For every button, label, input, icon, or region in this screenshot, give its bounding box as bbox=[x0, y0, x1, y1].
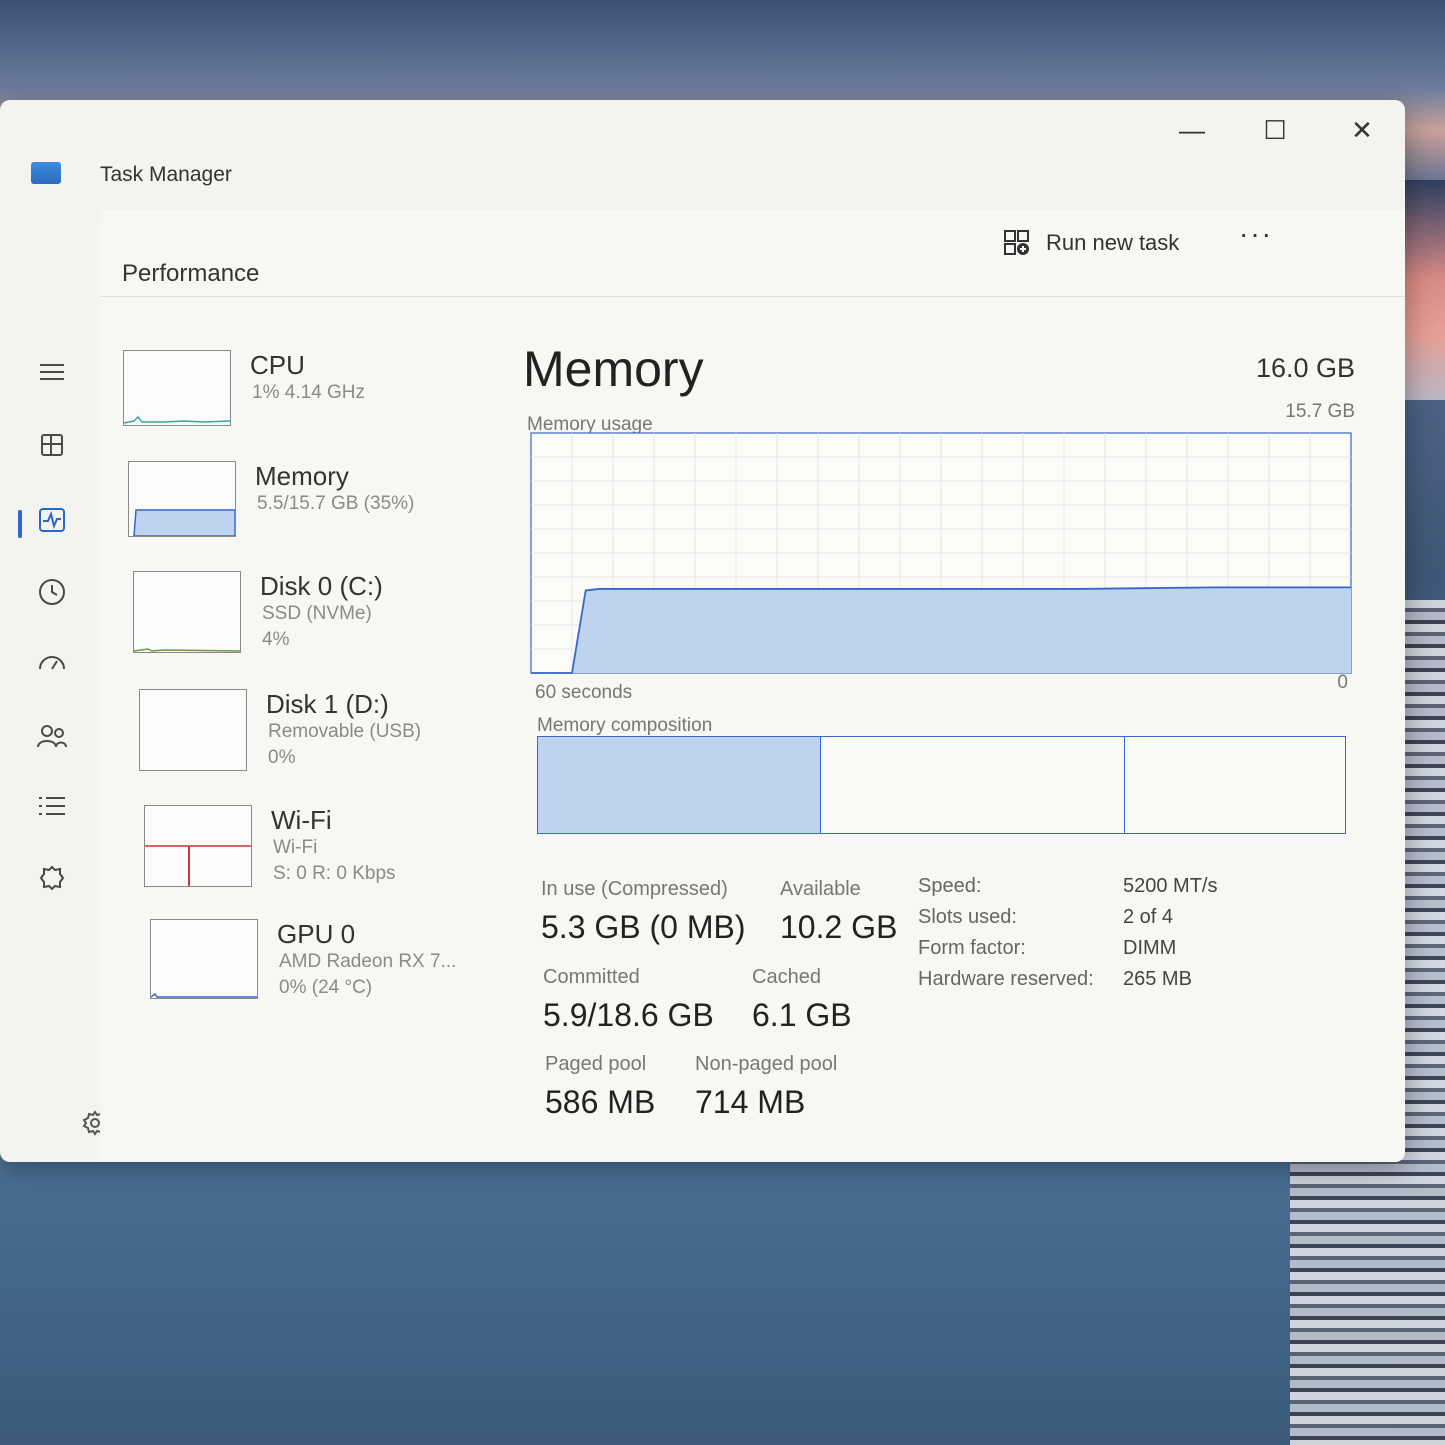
spec-value: 2 of 4 bbox=[1123, 906, 1174, 928]
device-detail: Removable (USB) bbox=[268, 721, 422, 742]
stat-value: 5.3 GB (0 MB) bbox=[541, 909, 746, 945]
close-button[interactable]: ✕ bbox=[1342, 112, 1382, 148]
device-name: Disk 1 (D:) bbox=[266, 689, 389, 719]
device-usage: 4% bbox=[262, 629, 290, 650]
stat-label: Committed bbox=[543, 966, 640, 988]
stat-value: 714 MB bbox=[695, 1084, 806, 1120]
stat-available: Available 10.2 GB bbox=[780, 878, 897, 946]
device-disk-0[interactable]: Disk 0 (C:) SSD (NVMe) 4% bbox=[133, 571, 493, 661]
maximize-button[interactable]: ☐ bbox=[1255, 112, 1295, 148]
device-name: Wi-Fi bbox=[271, 805, 332, 835]
device-usage: 0% (24 °C) bbox=[279, 977, 373, 998]
device-memory[interactable]: Memory 5.5/15.7 GB (35%) bbox=[128, 461, 488, 551]
stat-value: 10.2 GB bbox=[780, 909, 898, 945]
details-icon[interactable] bbox=[32, 786, 72, 826]
device-usage: S: 0 R: 0 Kbps bbox=[273, 863, 396, 884]
gpu-thumbnail-graph bbox=[150, 919, 258, 999]
device-detail: 1% 4.14 GHz bbox=[252, 382, 365, 403]
stat-cached: Cached 6.1 GB bbox=[752, 966, 852, 1034]
memory-composition-bar bbox=[537, 736, 1346, 834]
spec-key: Slots used: bbox=[918, 906, 1017, 928]
memory-usage-max: 15.7 GB bbox=[1285, 401, 1355, 422]
startup-apps-icon[interactable] bbox=[32, 644, 72, 684]
window-title: Task Manager bbox=[100, 163, 232, 186]
detail-title: Memory bbox=[523, 341, 704, 397]
spec-value: 5200 MT/s bbox=[1123, 875, 1218, 897]
app-history-icon[interactable] bbox=[32, 572, 72, 612]
disk1-thumbnail-graph bbox=[139, 689, 247, 771]
spec-value: 265 MB bbox=[1123, 968, 1192, 990]
device-name: GPU 0 bbox=[277, 919, 356, 949]
memory-total: 16.0 GB bbox=[1255, 353, 1355, 383]
page-title: Performance bbox=[122, 260, 260, 287]
processes-icon[interactable] bbox=[32, 425, 72, 465]
stat-label: In use (Compressed) bbox=[541, 878, 728, 900]
device-name: Memory bbox=[255, 461, 349, 491]
stat-value: 586 MB bbox=[545, 1084, 656, 1120]
cpu-thumbnail-graph bbox=[123, 350, 231, 426]
stat-label: Cached bbox=[752, 966, 821, 988]
title-bar[interactable]: Task Manager — ☐ ✕ bbox=[0, 100, 1405, 210]
run-new-task-icon bbox=[1004, 230, 1029, 255]
wifi-thumbnail-graph bbox=[144, 805, 252, 887]
stat-value: 6.1 GB bbox=[752, 997, 852, 1033]
stat-label: Paged pool bbox=[545, 1053, 647, 1075]
performance-icon[interactable] bbox=[32, 500, 72, 540]
device-usage: 0% bbox=[268, 747, 296, 768]
stat-paged-pool: Paged pool 586 MB bbox=[545, 1053, 655, 1121]
graph-axis-zero: 0 bbox=[1337, 672, 1348, 693]
device-detail: Wi-Fi bbox=[273, 837, 318, 858]
memory-usage-graph bbox=[530, 432, 1352, 674]
users-icon[interactable] bbox=[32, 716, 72, 756]
graph-time-span: 60 seconds bbox=[535, 682, 633, 703]
stat-label: Non-paged pool bbox=[695, 1053, 838, 1075]
minimize-button[interactable]: — bbox=[1172, 112, 1212, 148]
spec-value: DIMM bbox=[1123, 937, 1177, 959]
run-new-task-label: Run new task bbox=[1046, 230, 1180, 255]
header-divider bbox=[100, 296, 1405, 297]
composition-standby[interactable] bbox=[820, 737, 1125, 833]
device-detail: 5.5/15.7 GB (35%) bbox=[257, 493, 415, 514]
spec-key: Speed: bbox=[918, 875, 982, 897]
stat-committed: Committed 5.9/18.6 GB bbox=[543, 966, 714, 1034]
composition-in-use[interactable] bbox=[538, 737, 810, 833]
stat-nonpaged-pool: Non-paged pool 714 MB bbox=[695, 1053, 837, 1121]
device-name: CPU bbox=[250, 350, 305, 380]
stat-value: 5.9/18.6 GB bbox=[543, 997, 714, 1033]
composition-free[interactable] bbox=[1124, 737, 1345, 833]
task-manager-app-icon bbox=[31, 162, 61, 184]
task-manager-window: Task Manager — ☐ ✕ Performance Run new t… bbox=[0, 100, 1405, 1162]
device-wifi[interactable]: Wi-Fi Wi-Fi S: 0 R: 0 Kbps bbox=[144, 805, 504, 895]
device-disk-1[interactable]: Disk 1 (D:) Removable (USB) 0% bbox=[139, 689, 499, 779]
run-new-task-button[interactable]: Run new task bbox=[1002, 226, 1179, 260]
spec-key: Form factor: bbox=[918, 937, 1026, 959]
stat-label: Available bbox=[780, 878, 861, 900]
disk0-thumbnail-graph bbox=[133, 571, 241, 653]
services-icon[interactable] bbox=[32, 858, 72, 898]
stat-in-use: In use (Compressed) 5.3 GB (0 MB) bbox=[541, 878, 746, 946]
device-detail: SSD (NVMe) bbox=[262, 603, 372, 624]
memory-usage-area bbox=[531, 587, 1351, 673]
more-options-button[interactable]: ··· bbox=[1236, 218, 1276, 250]
memory-composition-label: Memory composition bbox=[537, 715, 713, 736]
hamburger-icon[interactable] bbox=[32, 352, 72, 392]
memory-thumbnail-graph bbox=[128, 461, 236, 537]
navigation-rail bbox=[0, 210, 110, 1162]
spec-key: Hardware reserved: bbox=[918, 968, 1094, 990]
device-gpu-0[interactable]: GPU 0 AMD Radeon RX 7... 0% (24 °C) bbox=[150, 919, 510, 1009]
device-name: Disk 0 (C:) bbox=[260, 571, 383, 601]
device-cpu[interactable]: CPU 1% 4.14 GHz bbox=[123, 350, 483, 440]
nav-active-indicator bbox=[18, 510, 22, 538]
device-detail: AMD Radeon RX 7... bbox=[279, 951, 457, 972]
